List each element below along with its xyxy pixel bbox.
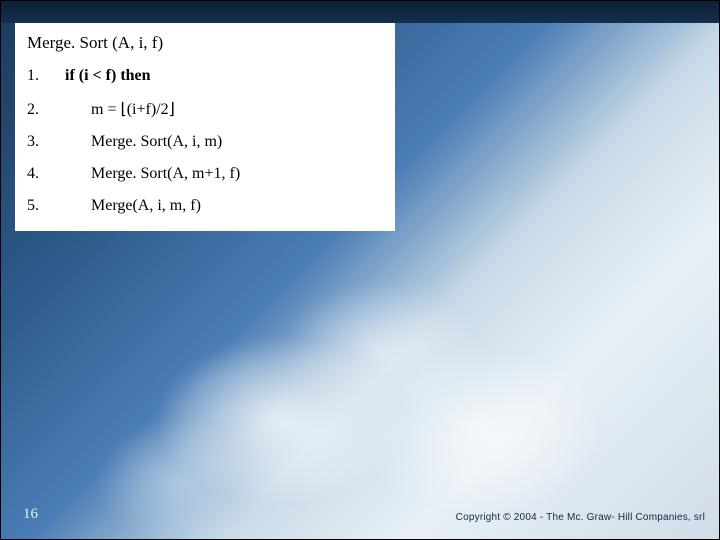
line-text: Merge(A, i, m, f) <box>65 197 383 215</box>
line-text: Merge. Sort(A, m+1, f) <box>65 165 383 183</box>
line-number: 1. <box>27 67 65 85</box>
line-number: 4. <box>27 165 65 183</box>
algorithm-line: 2. m = ⌊(i+f)/2⌋ <box>27 99 383 119</box>
algorithm-line: 4. Merge. Sort(A, m+1, f) <box>27 165 383 183</box>
line-text: m = ⌊(i+f)/2⌋ <box>65 99 383 119</box>
slide-number: 16 <box>23 506 38 523</box>
top-bar <box>1 1 719 23</box>
copyright-text: Copyright © 2004 - The Mc. Graw- Hill Co… <box>456 512 705 523</box>
algorithm-title: Merge. Sort (A, i, f) <box>27 33 383 53</box>
algorithm-line: 1. if (i < f) then <box>27 67 383 85</box>
algorithm-content-box: Merge. Sort (A, i, f) 1. if (i < f) then… <box>15 23 395 231</box>
algorithm-line: 3. Merge. Sort(A, i, m) <box>27 133 383 151</box>
line-text: Merge. Sort(A, i, m) <box>65 133 383 151</box>
line-number: 2. <box>27 101 65 119</box>
line-number: 3. <box>27 133 65 151</box>
line-number: 5. <box>27 197 65 215</box>
line-text: if (i < f) then <box>65 67 383 85</box>
algorithm-line: 5. Merge(A, i, m, f) <box>27 197 383 215</box>
